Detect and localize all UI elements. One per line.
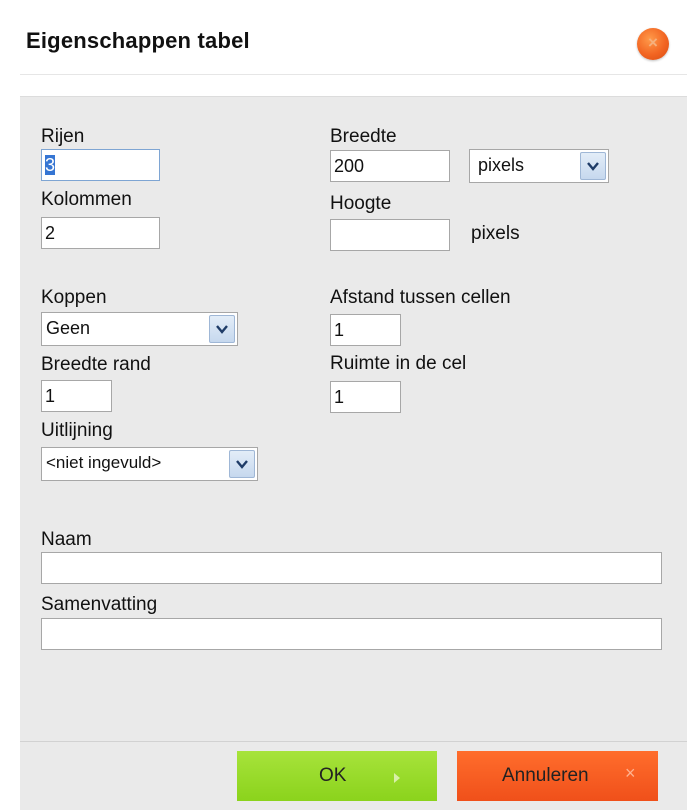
rows-input[interactable]: 3 [41, 149, 160, 181]
cell-spacing-input[interactable]: 1 [330, 314, 401, 346]
headers-select[interactable]: Geen [41, 312, 238, 346]
ok-button[interactable]: OK [237, 751, 437, 801]
dialog-titlebar: Eigenschappen tabel × [20, 12, 687, 75]
cell-padding-label: Ruimte in de cel [330, 353, 467, 374]
dialog-footer: OK Annuleren × [20, 741, 687, 810]
chevron-down-icon[interactable] [580, 152, 606, 180]
chevron-down-icon[interactable] [229, 450, 255, 478]
cell-spacing-label: Afstand tussen cellen [330, 287, 511, 308]
alignment-select-value: <niet ingevuld> [46, 453, 162, 472]
chevron-down-icon[interactable] [209, 315, 235, 343]
height-unit-text: pixels [471, 223, 520, 244]
ok-button-label: OK [319, 765, 347, 786]
cell-padding-input-value: 1 [334, 387, 345, 407]
columns-input-value: 2 [45, 223, 56, 243]
width-unit-select[interactable]: pixels [469, 149, 609, 183]
headers-select-value: Geen [46, 318, 91, 338]
width-label: Breedte [330, 126, 397, 147]
table-properties-dialog: Eigenschappen tabel × Rijen 3 Kolommen 2… [0, 0, 687, 810]
columns-label: Kolommen [41, 189, 132, 210]
headers-label: Koppen [41, 287, 107, 308]
cell-padding-input[interactable]: 1 [330, 381, 401, 413]
summary-input[interactable] [41, 618, 662, 650]
width-unit-value: pixels [478, 155, 525, 175]
height-label: Hoogte [330, 193, 392, 214]
play-arrow-icon [393, 768, 401, 790]
width-input-value: 200 [334, 156, 365, 176]
height-input[interactable] [330, 219, 450, 251]
rows-input-value: 3 [45, 155, 56, 175]
columns-input[interactable]: 2 [41, 217, 160, 249]
rows-label: Rijen [41, 126, 85, 147]
border-width-label: Breedte rand [41, 354, 151, 375]
dialog-body: Rijen 3 Kolommen 2 Koppen Geen Breedte r… [20, 96, 687, 742]
width-input[interactable]: 200 [330, 150, 450, 182]
border-width-input-value: 1 [45, 386, 56, 406]
close-icon: × [648, 33, 658, 52]
dialog-title: Eigenschappen tabel [26, 28, 250, 53]
cell-spacing-input-value: 1 [334, 320, 345, 340]
summary-label: Samenvatting [41, 594, 158, 615]
name-input[interactable] [41, 552, 662, 584]
alignment-label: Uitlijning [41, 420, 113, 441]
alignment-select[interactable]: <niet ingevuld> [41, 447, 258, 481]
cancel-button-label: Annuleren [502, 765, 589, 786]
cancel-button[interactable]: Annuleren × [457, 751, 658, 801]
close-button[interactable]: × [637, 28, 669, 60]
name-label: Naam [41, 529, 92, 550]
border-width-input[interactable]: 1 [41, 380, 112, 412]
cross-icon: × [625, 763, 636, 783]
